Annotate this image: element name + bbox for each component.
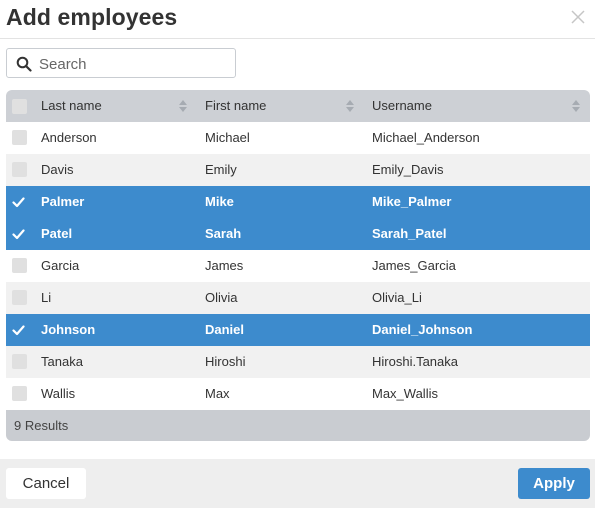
dialog-header: Add employees (0, 0, 595, 39)
select-all-checkbox[interactable] (12, 99, 27, 114)
last-name-cell: Li (41, 290, 52, 305)
table-row[interactable]: Li Olivia Olivia_Li (6, 282, 590, 314)
first-name-cell: Mike (205, 194, 234, 209)
table-row[interactable]: Anderson Michael Michael_Anderson (6, 122, 590, 154)
username-cell: Sarah_Patel (372, 226, 447, 241)
apply-button[interactable]: Apply (518, 468, 590, 499)
table-row[interactable]: Davis Emily Emily_Davis (6, 154, 590, 186)
column-header-last-name[interactable]: Last name (41, 98, 102, 113)
row-checkbox[interactable] (12, 354, 27, 369)
search-icon (16, 56, 32, 72)
last-name-cell: Palmer (41, 194, 85, 209)
last-name-cell: Tanaka (41, 354, 83, 369)
table-row[interactable]: Garcia James James_Garcia (6, 250, 590, 282)
first-name-cell: Sarah (205, 226, 242, 241)
sort-icon[interactable] (179, 99, 187, 113)
username-cell: Max_Wallis (372, 386, 438, 401)
table-row[interactable]: Palmer Mike Mike_Palmer (6, 186, 590, 218)
username-cell: Mike_Palmer (372, 194, 452, 209)
close-icon[interactable] (569, 8, 587, 26)
username-cell: James_Garcia (372, 258, 456, 273)
last-name-cell: Patel (41, 226, 73, 241)
check-icon[interactable] (12, 323, 25, 336)
last-name-cell: Davis (41, 162, 74, 177)
row-checkbox[interactable] (12, 290, 27, 305)
table-row[interactable]: Wallis Max Max_Wallis (6, 378, 590, 410)
employee-table: Last name First name Username Anderson Mi… (6, 90, 590, 441)
first-name-cell: Olivia (205, 290, 238, 305)
table-row[interactable]: Patel Sarah Sarah_Patel (6, 218, 590, 250)
check-icon[interactable] (12, 195, 25, 208)
last-name-cell: Anderson (41, 130, 97, 145)
username-cell: Daniel_Johnson (372, 322, 473, 337)
sort-icon[interactable] (346, 99, 354, 113)
column-header-first-name[interactable]: First name (205, 98, 266, 113)
check-icon[interactable] (12, 227, 25, 240)
sort-icon[interactable] (572, 99, 580, 113)
table-row[interactable]: Johnson Daniel Daniel_Johnson (6, 314, 590, 346)
dialog-footer: Cancel Apply (0, 459, 595, 508)
results-count: 9 Results (14, 418, 69, 433)
username-cell: Emily_Davis (372, 162, 444, 177)
cancel-button[interactable]: Cancel (6, 468, 86, 499)
first-name-cell: James (205, 258, 244, 273)
username-cell: Olivia_Li (372, 290, 422, 305)
search-input[interactable]: Search (6, 48, 236, 78)
username-cell: Hiroshi.Tanaka (372, 354, 458, 369)
table-header: Last name First name Username (6, 90, 590, 122)
dialog-title: Add employees (6, 4, 178, 30)
first-name-cell: Max (205, 386, 230, 401)
last-name-cell: Johnson (41, 322, 96, 337)
table-footer: 9 Results (6, 410, 590, 441)
first-name-cell: Emily (205, 162, 237, 177)
first-name-cell: Michael (205, 130, 250, 145)
first-name-cell: Hiroshi (205, 354, 246, 369)
search-placeholder: Search (39, 56, 87, 73)
username-cell: Michael_Anderson (372, 130, 480, 145)
row-checkbox[interactable] (12, 386, 27, 401)
last-name-cell: Wallis (41, 386, 76, 401)
row-checkbox[interactable] (12, 130, 27, 145)
row-checkbox[interactable] (12, 258, 27, 273)
first-name-cell: Daniel (205, 322, 245, 337)
column-header-username[interactable]: Username (372, 98, 432, 113)
row-checkbox[interactable] (12, 162, 27, 177)
last-name-cell: Garcia (41, 258, 80, 273)
table-row[interactable]: Tanaka Hiroshi Hiroshi.Tanaka (6, 346, 590, 378)
